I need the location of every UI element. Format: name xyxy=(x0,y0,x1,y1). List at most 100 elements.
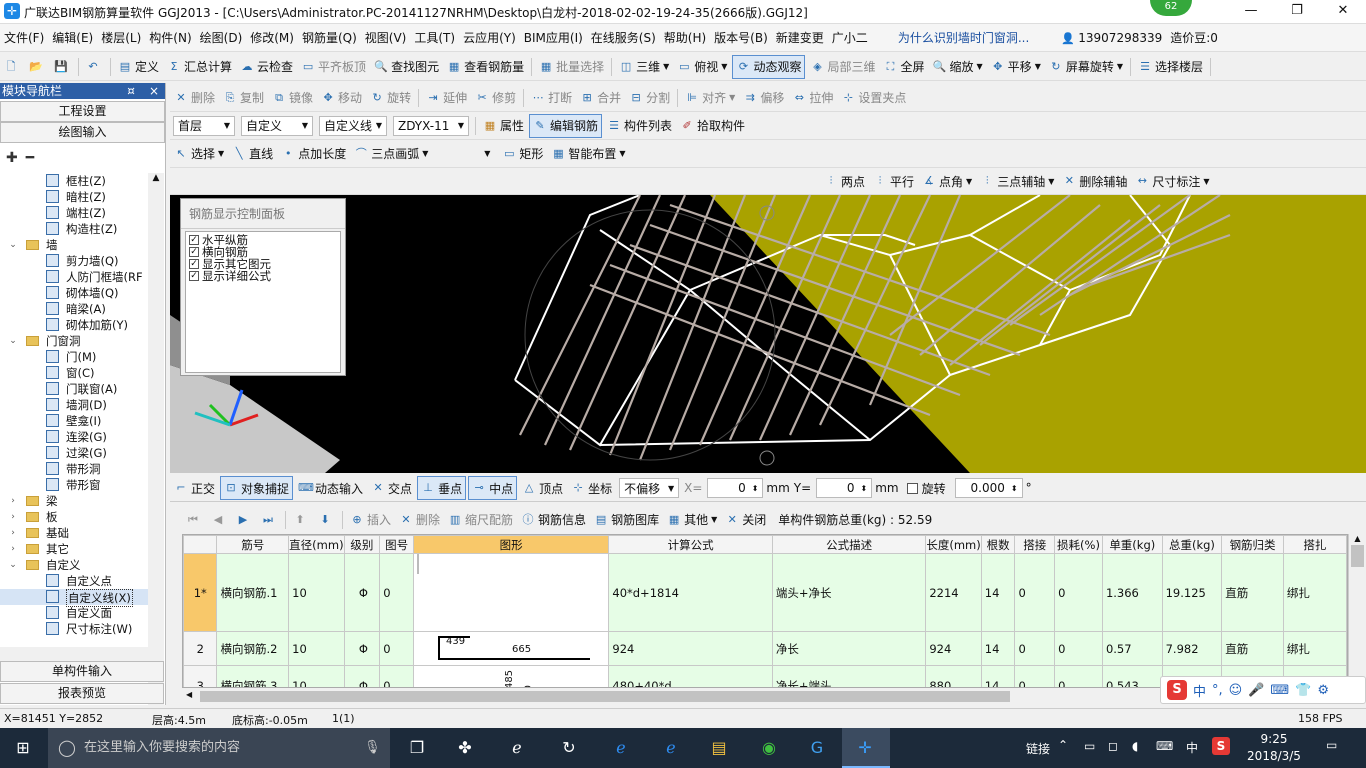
edit-tool-button-0[interactable]: ✕ 删除 xyxy=(171,86,218,110)
tab-single-component-input[interactable]: 单构件输入 xyxy=(0,661,164,682)
table-cell[interactable]: 横向钢筋.3 xyxy=(216,665,290,687)
input-language[interactable]: 中 xyxy=(1186,739,1198,756)
column-header-4[interactable]: 图号 xyxy=(379,535,414,554)
column-header-2[interactable]: 直径(mm) xyxy=(288,535,345,554)
type-select[interactable]: 自定义 ▼ xyxy=(241,115,313,136)
menu-item-10[interactable]: BIM应用(I) xyxy=(520,24,587,52)
emoji-icon[interactable]: ☺ xyxy=(1229,683,1243,698)
pin-icon[interactable]: ¤ xyxy=(127,83,135,99)
menu-item-6[interactable]: 钢筋量(Q) xyxy=(298,24,361,52)
links-toolbar[interactable]: 链接 xyxy=(1026,740,1050,757)
menu-item-8[interactable]: 工具(T) xyxy=(410,24,459,52)
tree-item[interactable]: 砌体加筋(Y) xyxy=(0,317,148,333)
drawing-canvas[interactable] xyxy=(170,195,1366,473)
grid-tool-button-6[interactable]: ✕ 关闭 xyxy=(722,508,769,532)
tree-item[interactable]: 带形窗 xyxy=(0,477,148,493)
move-up-button[interactable]: ⬆ xyxy=(290,508,313,532)
main-tool-button-9[interactable]: ⟳ 动态观察 xyxy=(732,54,806,79)
table-cell[interactable]: 924 xyxy=(925,631,982,666)
snap-tool-button-2[interactable]: ⌨ 动态输入 xyxy=(295,476,366,500)
punctuation-icon[interactable]: °, xyxy=(1212,683,1223,698)
column-header-15[interactable]: 搭扎 xyxy=(1282,535,1347,554)
tree-item[interactable]: 窗(C) xyxy=(0,365,148,381)
tree-item[interactable]: 自定义线(X) xyxy=(0,589,148,607)
file-explorer-icon[interactable]: ▤ xyxy=(706,736,732,760)
expand-icon[interactable]: › xyxy=(8,541,18,557)
grid-tool-button-3[interactable]: ⓘ 钢筋信息 xyxy=(518,508,589,532)
rotate-checkbox[interactable] xyxy=(906,482,918,494)
table-cell[interactable]: 14 xyxy=(980,631,1016,666)
main-tool-button-6[interactable]: ▦ 批量选择 xyxy=(536,55,607,79)
edit-tool-button-3[interactable]: ✥ 移动 xyxy=(318,86,365,110)
component-list-button[interactable]: ☰ 构件列表 xyxy=(604,114,675,138)
snap-tool-button-6[interactable]: △ 顶点 xyxy=(519,476,566,500)
grid-tool-button-4[interactable]: ▤ 钢筋图库 xyxy=(591,508,662,532)
tree-folder[interactable]: › 梁 xyxy=(0,493,148,509)
column-header-6[interactable]: 计算公式 xyxy=(608,535,773,554)
main-tool-button-12[interactable]: 🔍 缩放 ▼ xyxy=(930,55,986,79)
menu-item-1[interactable]: 编辑(E) xyxy=(48,24,97,52)
table-cell[interactable]: 0 xyxy=(1014,553,1056,632)
tree-folder[interactable]: ⌄ 自定义 xyxy=(0,557,148,573)
menu-item-12[interactable]: 帮助(H) xyxy=(660,24,710,52)
row-number[interactable]: 2 xyxy=(183,631,218,666)
tree-item[interactable]: 构造柱(Z) xyxy=(0,221,148,237)
tree-folder[interactable]: ⌄ 墙 xyxy=(0,237,148,253)
main-tool-button-15[interactable]: ☰ 选择楼层 xyxy=(1135,55,1206,79)
scroll-thumb[interactable] xyxy=(1351,545,1364,567)
tree-item[interactable]: 带形洞 xyxy=(0,461,148,477)
main-tool-button-4[interactable]: 🔍 查找图元 xyxy=(371,55,442,79)
menu-item-7[interactable]: 视图(V) xyxy=(361,24,411,52)
axis-tool-button-4[interactable]: ✕ 删除辅轴 xyxy=(1059,169,1130,193)
properties-button[interactable]: ▦ 属性 xyxy=(480,114,527,138)
table-cell[interactable]: 直筋 xyxy=(1221,553,1284,632)
snap-tool-button-7[interactable]: ⊹ 坐标 xyxy=(568,476,615,500)
main-tool-button-10[interactable]: ◈ 局部三维 xyxy=(807,55,878,79)
axis-tool-button-2[interactable]: ∡ 点角 ▼ xyxy=(919,169,975,193)
windows-start-icon[interactable]: ⊞ xyxy=(10,736,36,760)
expand-icon[interactable]: ⌄ xyxy=(8,333,18,349)
rebar-shape-cell[interactable]: 2280706904300 xyxy=(416,554,419,574)
taskbar-search[interactable]: ◯ 在这里输入你要搜索的内容 🎙 xyxy=(48,728,390,768)
table-cell[interactable]: 0 xyxy=(379,553,414,632)
edit-tool-button-7[interactable]: ⋯ 打断 xyxy=(528,86,575,110)
notification-badge[interactable]: 62 xyxy=(1150,0,1192,16)
table-cell[interactable]: 0 xyxy=(1014,631,1056,666)
table-cell[interactable]: 2214 xyxy=(925,553,982,632)
snap-tool-button-3[interactable]: ✕ 交点 xyxy=(368,476,415,500)
menu-item-14[interactable]: 新建变更 xyxy=(772,24,828,52)
skin-icon[interactable]: 👕 xyxy=(1295,683,1311,698)
tree-item[interactable]: 门联窗(A) xyxy=(0,381,148,397)
axis-tool-button-0[interactable]: ⫶ 两点 xyxy=(821,169,868,193)
main-tool-button-5[interactable]: ▦ 查看钢筋量 xyxy=(444,55,527,79)
floor-select[interactable]: 首层 ▼ xyxy=(173,115,235,136)
edit-rebar-button[interactable]: ✎ 编辑钢筋 xyxy=(529,113,603,138)
open-file-button[interactable]: 📂 xyxy=(26,55,49,79)
tree-item[interactable]: 端柱(Z) xyxy=(0,205,148,221)
column-header-10[interactable]: 搭接 xyxy=(1014,535,1056,554)
model-3d-view[interactable] xyxy=(170,195,1366,473)
ie-browser-icon[interactable]: ℯ xyxy=(658,736,684,760)
edit-tool-button-6[interactable]: ✂ 修剪 xyxy=(472,86,519,110)
table-cell[interactable]: 10 xyxy=(288,553,345,632)
rotate-input[interactable]: 0.000 ⬍ xyxy=(954,478,1023,498)
table-cell[interactable]: 14 xyxy=(980,553,1016,632)
close-button[interactable]: ✕ xyxy=(1320,0,1366,22)
draw-tool-button-1[interactable]: ╲ 直线 xyxy=(229,142,276,166)
glodon-g-icon[interactable]: G xyxy=(804,736,830,760)
edit-tool-button-1[interactable]: ⎘ 复制 xyxy=(220,86,267,110)
snap-tool-button-4[interactable]: ⊥ 垂点 xyxy=(417,476,467,500)
ime-lang[interactable]: 中 xyxy=(1193,681,1206,700)
table-cell[interactable]: 10 xyxy=(288,665,345,687)
table-cell[interactable]: 0.543 xyxy=(1101,665,1163,687)
main-tool-button-3[interactable]: ▭ 平齐板顶 xyxy=(298,55,369,79)
table-cell[interactable]: 端头+净长 xyxy=(771,553,927,632)
microphone-icon[interactable]: 🎙 xyxy=(364,728,381,768)
table-cell[interactable]: 绑扎 xyxy=(1282,553,1347,632)
close-icon[interactable]: × xyxy=(149,83,159,99)
snap-tool-button-0[interactable]: ⌐ 正交 xyxy=(171,476,218,500)
scroll-up-icon[interactable]: ▲ xyxy=(1349,534,1366,543)
menu-item-4[interactable]: 绘图(D) xyxy=(196,24,247,52)
table-row[interactable]: 1*横向钢筋.110Φ0228070690430040*d+1814端头+净长2… xyxy=(183,553,1347,632)
draw-tool-button-3[interactable]: ⌒ 三点画弧 ▼ xyxy=(351,142,431,166)
